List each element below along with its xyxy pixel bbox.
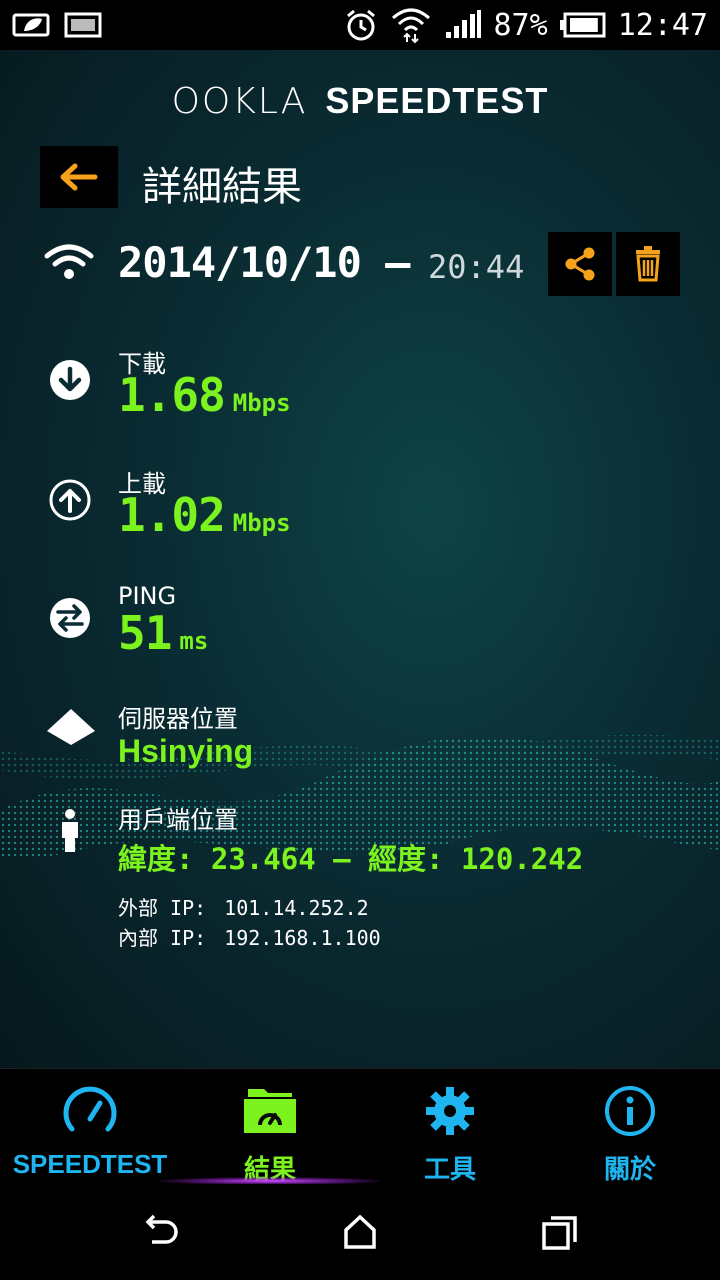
clock: 12:47 [617, 7, 708, 43]
system-nav-bar [0, 1184, 720, 1280]
server-pyramid-icon [47, 709, 95, 745]
result-header-row: 2014/10/10 — 20:44 [44, 232, 684, 296]
alarm-icon [346, 9, 375, 41]
ping-exchange-icon [50, 598, 90, 638]
server-location: 伺服器位置 Hsinying [0, 695, 720, 775]
gear-icon [426, 1087, 474, 1135]
leaf-notification-icon [12, 13, 50, 37]
tab-about-label: 關於 [603, 1154, 656, 1184]
upload-number: 1.02 [118, 488, 226, 542]
back-button[interactable] [40, 146, 118, 208]
wifi-connection-icon [44, 244, 94, 279]
internal-ip-value: 192.168.1.100 [224, 926, 381, 950]
client-label: 用戶端位置 [118, 806, 238, 834]
status-bar: 87% 12:47 [0, 0, 720, 50]
download-metric: 下載 1.68 Mbps [0, 340, 720, 430]
logo-brand: OOKLA [171, 81, 308, 122]
download-unit: Mbps [232, 389, 291, 417]
wifi-status-icon [391, 8, 430, 44]
bottom-tab-bar: SPEEDTEST 結果 工具 關於 [0, 1068, 720, 1185]
internal-ip-label: 內部 IP: [118, 926, 207, 950]
nav-home-button[interactable] [336, 1212, 384, 1252]
download-arrow-icon [50, 360, 90, 400]
speedometer-icon [63, 1086, 117, 1132]
logo-product: SPEEDTEST [325, 80, 549, 121]
server-value: Hsinying [118, 733, 254, 769]
server-label: 伺服器位置 [118, 705, 238, 733]
nav-back-button[interactable] [136, 1212, 184, 1252]
external-ip-value: 101.14.252.2 [224, 896, 369, 920]
app-content: OOKLA SPEEDTEST 詳細結果 2014/10/10 — 20:44 [0, 50, 720, 1068]
upload-metric: 上載 1.02 Mbps [0, 460, 720, 550]
external-ip-label: 外部 IP: [118, 896, 207, 920]
tab-tools[interactable]: 工具 [360, 1069, 540, 1185]
client-location: 用戶端位置 緯度: 23.464 — 經度: 120.242 [0, 798, 720, 878]
download-value: 1.68 Mbps [118, 368, 291, 422]
client-coordinates: 緯度: 23.464 — 經度: 120.242 [118, 842, 584, 876]
tab-about[interactable]: 關於 [540, 1069, 720, 1185]
upload-value: 1.02 Mbps [118, 488, 291, 542]
share-icon [565, 247, 595, 281]
tab-results[interactable]: 結果 [180, 1069, 360, 1185]
person-icon [62, 809, 78, 852]
battery-percent: 87% [493, 7, 548, 43]
share-button[interactable] [548, 232, 612, 296]
result-time: 20:44 [428, 248, 525, 286]
result-date: 2014/10/10 — [118, 238, 410, 287]
nav-home-icon [344, 1214, 376, 1249]
ping-metric: PING 51 ms [0, 580, 720, 670]
tab-speedtest[interactable]: SPEEDTEST [0, 1069, 180, 1185]
image-notification-icon [64, 12, 102, 38]
arrow-left-icon [60, 163, 98, 191]
signal-icon [445, 10, 481, 38]
ping-unit: ms [179, 627, 209, 655]
tab-speedtest-label: SPEEDTEST [12, 1149, 168, 1179]
results-folder-icon [244, 1089, 296, 1133]
info-icon [605, 1086, 655, 1136]
delete-button[interactable] [616, 232, 680, 296]
ping-number: 51 [118, 606, 172, 660]
nav-recents-button[interactable] [536, 1212, 584, 1252]
nav-recents-icon [542, 1216, 577, 1250]
external-ip-row: 外部 IP: 101.14.252.2 [118, 892, 369, 921]
ookla-speedtest-logo: OOKLA SPEEDTEST [0, 80, 720, 122]
upload-arrow-icon [49, 479, 91, 521]
internal-ip-row: 內部 IP: 192.168.1.100 [118, 922, 381, 951]
page-title: 詳細結果 [142, 164, 302, 210]
battery-icon [559, 12, 606, 38]
trash-icon [636, 246, 660, 282]
tab-tools-label: 工具 [423, 1154, 476, 1184]
ping-value: 51 ms [118, 606, 208, 660]
download-number: 1.68 [118, 368, 226, 422]
upload-unit: Mbps [232, 509, 291, 537]
nav-back-icon [145, 1214, 178, 1244]
